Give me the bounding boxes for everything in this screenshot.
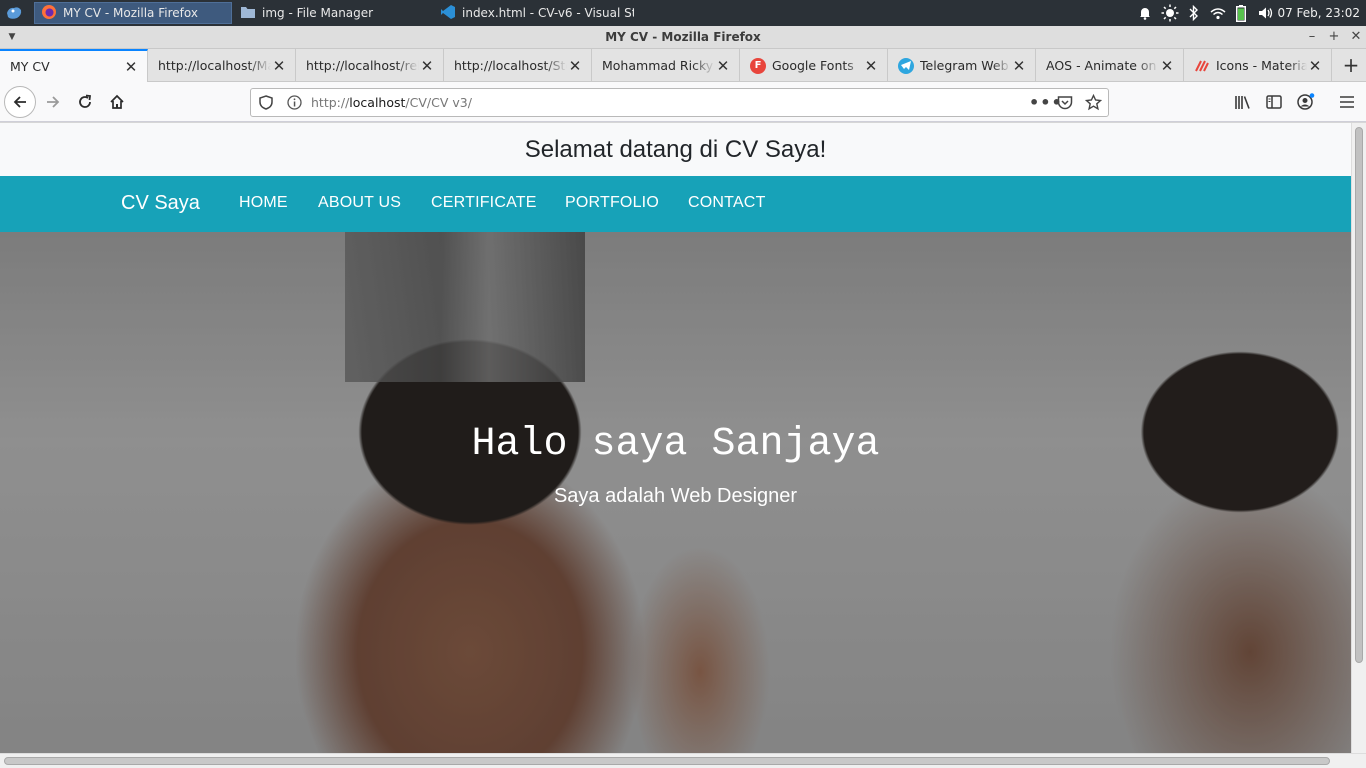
material-icon <box>1194 58 1210 74</box>
close-tab-icon[interactable]: ✕ <box>1159 57 1175 75</box>
vertical-scrollbar-thumb[interactable] <box>1355 127 1363 663</box>
tab-label: Mohammad Ricky S <box>602 58 715 73</box>
window-titlebar[interactable]: ▼ MY CV - Mozilla Firefox – + ✕ <box>0 26 1366 49</box>
close-tab-icon[interactable]: ✕ <box>863 57 879 75</box>
new-tab-icon[interactable]: + <box>1340 55 1362 77</box>
taskbar-task-label: index.html - CV-v6 - Visual St... <box>462 6 634 20</box>
tab-label: MY CV <box>10 59 50 74</box>
navigation-toolbar: http://localhost/CV/CV v3/ ••• <box>0 82 1366 122</box>
close-tab-icon[interactable]: ✕ <box>419 57 435 75</box>
welcome-text: Selamat datang di CV Saya! <box>524 135 827 163</box>
tab-bar: MY CV ✕ http://localhost/Ma ✕ http://loc… <box>0 49 1366 82</box>
volume-icon[interactable] <box>1256 0 1276 26</box>
close-tab-icon[interactable]: ✕ <box>123 58 139 76</box>
maximize-icon[interactable]: + <box>1326 29 1342 45</box>
welcome-banner: Selamat datang di CV Saya! <box>0 123 1351 176</box>
hero-subtitle: Saya adalah Web Designer <box>553 485 798 507</box>
tab-google-fonts[interactable]: F Google Fonts ✕ <box>740 49 888 82</box>
horizontal-scrollbar[interactable] <box>0 753 1366 768</box>
horizontal-scrollbar-thumb[interactable] <box>4 757 1330 765</box>
tab-label: Telegram Web <box>920 58 1009 73</box>
tab-material-icons[interactable]: Icons - Material ✕ <box>1184 49 1332 82</box>
site-brand[interactable]: CV Saya <box>121 192 200 215</box>
shield-icon[interactable] <box>259 95 273 114</box>
tab-localhost-1[interactable]: http://localhost/Ma ✕ <box>148 49 296 82</box>
site-navbar: CV Saya HOME ABOUT US CERTIFICATE PORTFO… <box>0 176 1351 232</box>
url-path: /CV/CV v3/ <box>405 95 472 110</box>
page-viewport: Selamat datang di CV Saya! CV Saya HOME … <box>0 123 1351 753</box>
tab-label: http://localhost/reb <box>306 58 419 73</box>
forward-icon[interactable] <box>39 88 67 116</box>
vscode-icon <box>440 4 456 23</box>
home-icon[interactable] <box>103 88 131 116</box>
window-title: MY CV - Mozilla Firefox <box>605 30 761 44</box>
nav-link-certificate[interactable]: CERTIFICATE <box>431 194 537 212</box>
url-host: localhost <box>349 95 406 110</box>
tab-localhost-3[interactable]: http://localhost/Ste ✕ <box>444 49 592 82</box>
telegram-icon <box>898 57 914 74</box>
vertical-scrollbar[interactable] <box>1351 123 1366 753</box>
tab-my-cv[interactable]: MY CV ✕ <box>0 49 148 82</box>
pocket-icon[interactable] <box>1057 95 1073 114</box>
back-icon[interactable] <box>4 86 36 118</box>
tab-aos[interactable]: AOS - Animate on sc ✕ <box>1036 49 1184 82</box>
close-tab-icon[interactable]: ✕ <box>1307 57 1323 75</box>
tab-label: http://localhost/Ste <box>454 58 567 73</box>
brightness-icon[interactable] <box>1159 0 1181 26</box>
taskbar-task-label: img - File Manager <box>262 6 374 20</box>
tab-telegram[interactable]: Telegram Web ✕ <box>888 49 1036 82</box>
bookmark-star-icon[interactable] <box>1084 93 1103 115</box>
reload-icon[interactable] <box>71 88 99 116</box>
folder-icon <box>240 5 256 22</box>
close-tab-icon[interactable]: ✕ <box>1011 57 1027 75</box>
url-prefix: http:// <box>311 95 350 110</box>
hero-section: Halo saya Sanjaya Saya adalah Web Design… <box>0 232 1351 753</box>
taskbar-task-vscode[interactable]: index.html - CV-v6 - Visual St... <box>434 2 634 24</box>
google-fonts-icon: F <box>750 57 766 74</box>
wifi-icon[interactable] <box>1208 0 1228 26</box>
nav-link-home[interactable]: HOME <box>239 194 288 212</box>
hamburger-menu-icon[interactable] <box>1333 88 1361 116</box>
close-tab-icon[interactable]: ✕ <box>271 57 287 75</box>
account-icon[interactable] <box>1292 88 1320 116</box>
tab-mohammad-ricky[interactable]: Mohammad Ricky S ✕ <box>592 49 740 82</box>
tab-localhost-2[interactable]: http://localhost/reb ✕ <box>296 49 444 82</box>
clock[interactable]: 07 Feb, 23:02 <box>1277 0 1360 26</box>
url-bar[interactable]: http://localhost/CV/CV v3/ ••• <box>250 88 1109 117</box>
taskbar-task-firefox[interactable]: MY CV - Mozilla Firefox <box>34 2 232 24</box>
nav-link-about-us[interactable]: ABOUT US <box>318 194 401 212</box>
close-tab-icon[interactable]: ✕ <box>715 57 731 75</box>
minimize-icon[interactable]: – <box>1304 29 1320 45</box>
battery-icon[interactable] <box>1233 0 1249 26</box>
library-icon[interactable] <box>1228 88 1256 116</box>
hero-title: Halo saya Sanjaya <box>471 422 880 467</box>
tab-label: Icons - Material <box>1216 58 1307 73</box>
info-icon[interactable] <box>287 95 302 114</box>
taskbar-task-label: MY CV - Mozilla Firefox <box>63 6 198 20</box>
sidebar-icon[interactable] <box>1260 88 1288 116</box>
bell-icon[interactable] <box>1136 0 1154 26</box>
tab-label: AOS - Animate on sc <box>1046 58 1159 73</box>
bluetooth-icon[interactable] <box>1186 0 1202 26</box>
firefox-icon <box>41 4 57 23</box>
nav-link-portfolio[interactable]: PORTFOLIO <box>565 194 659 212</box>
taskbar-task-file-manager[interactable]: img - File Manager <box>234 2 430 24</box>
url-text[interactable]: http://localhost/CV/CV v3/ <box>311 95 472 110</box>
close-window-icon[interactable]: ✕ <box>1348 29 1364 45</box>
tab-label: Google Fonts <box>772 58 854 73</box>
close-tab-icon[interactable]: ✕ <box>567 57 583 75</box>
desktop-taskbar: MY CV - Mozilla Firefox img - File Manag… <box>0 0 1366 26</box>
app-menu-icon[interactable] <box>4 3 24 23</box>
tab-label: http://localhost/Ma <box>158 58 271 73</box>
nav-link-contact[interactable]: CONTACT <box>688 194 766 212</box>
